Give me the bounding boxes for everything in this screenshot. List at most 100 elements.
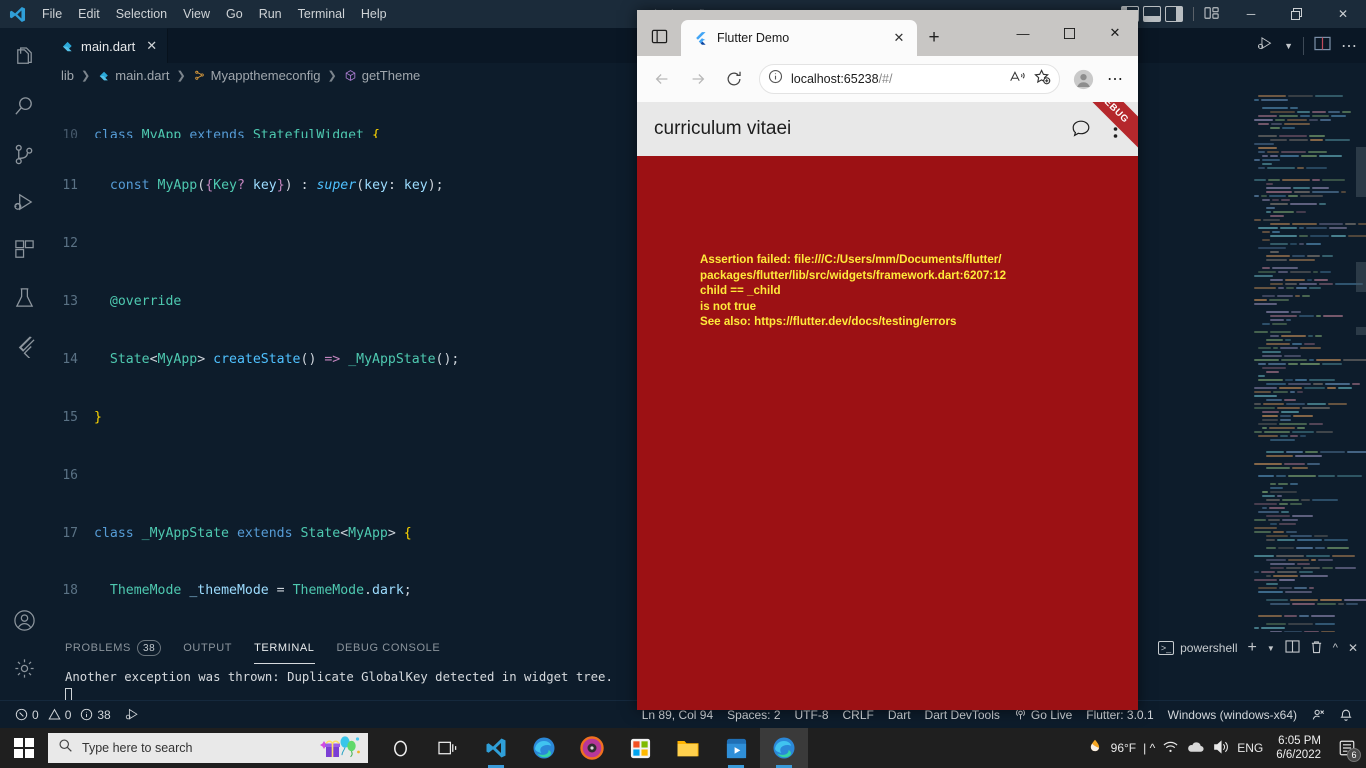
error-line: See also: https://flutter.dev/docs/testi… [700, 315, 957, 328]
clock[interactable]: 6:05 PM 6/6/2022 [1270, 734, 1327, 762]
search-box[interactable]: Type here to search [48, 733, 368, 763]
taskbar-microsoft-store-icon[interactable] [616, 728, 664, 768]
browser-tab[interactable]: Flutter Demo ✕ [681, 20, 917, 56]
status-notifications-icon[interactable] [1332, 701, 1360, 729]
browser-tab-close-icon[interactable]: ✕ [889, 28, 909, 48]
notification-center-icon[interactable]: 6 [1334, 733, 1361, 763]
divider [1193, 7, 1194, 21]
taskbar-edge-active-icon[interactable] [760, 728, 808, 768]
maximize-panel-icon[interactable]: ^ [1333, 642, 1338, 654]
breadcrumb-item-file[interactable]: main.dart [97, 68, 169, 83]
browser-minimize-button[interactable]: — [1000, 17, 1046, 49]
menu-help[interactable]: Help [353, 5, 395, 23]
code-line: 17 class _MyAppState extends State<MyApp>… [62, 525, 412, 541]
network-wifi-icon[interactable] [1162, 739, 1179, 757]
editor-tab-close-icon[interactable]: ✕ [146, 38, 157, 54]
panel-tab-debug-console[interactable]: DEBUG CONSOLE [337, 632, 441, 664]
menu-edit[interactable]: Edit [70, 5, 108, 23]
app-bar: curriculum vitaei DEBUG [637, 102, 1138, 156]
window-minimize-button[interactable]: ─ [1228, 0, 1274, 28]
run-debug-icon[interactable] [0, 178, 48, 226]
profile-avatar[interactable] [1068, 64, 1098, 94]
task-view-icon[interactable] [424, 728, 472, 768]
back-button[interactable] [645, 62, 679, 96]
breadcrumb-item-lib[interactable]: lib [61, 68, 74, 83]
window-restore-button[interactable] [1274, 0, 1320, 28]
menu-go[interactable]: Go [218, 5, 251, 23]
account-icon[interactable] [0, 596, 48, 644]
toggle-secondary-sidebar-icon[interactable] [1165, 6, 1183, 22]
dart-file-icon [99, 71, 109, 80]
breadcrumb-class-label: Myappthemeconfig [210, 67, 321, 83]
run-options-chevron-icon[interactable]: ▼ [1284, 41, 1293, 51]
menu-terminal[interactable]: Terminal [290, 5, 353, 23]
status-problems[interactable]: 0 0 38 [8, 701, 118, 729]
browser-close-button[interactable]: ✕ [1092, 17, 1138, 49]
code-line: 15} [62, 409, 102, 425]
flutter-icon[interactable] [0, 322, 48, 370]
toggle-panel-icon[interactable] [1143, 6, 1161, 22]
taskbar-icons [376, 728, 808, 768]
menu-selection[interactable]: Selection [108, 5, 175, 23]
language-indicator[interactable]: ENG [1237, 741, 1263, 755]
reload-button[interactable] [717, 62, 751, 96]
panel-tab-problems[interactable]: PROBLEMS 38 [65, 632, 162, 664]
menu-view[interactable]: View [175, 5, 218, 23]
tab-actions-icon[interactable] [637, 16, 681, 56]
show-hidden-icons-chevron[interactable]: | ^ [1143, 741, 1155, 755]
taskbar-vscode-icon[interactable] [472, 728, 520, 768]
forward-button[interactable] [681, 62, 715, 96]
more-actions-icon[interactable]: ⋯ [1341, 36, 1358, 56]
cortana-icon[interactable] [376, 728, 424, 768]
testing-icon[interactable] [0, 274, 48, 322]
status-feedback-icon[interactable] [1304, 701, 1332, 729]
menu-run[interactable]: Run [251, 5, 290, 23]
extensions-icon[interactable] [0, 226, 48, 274]
kill-terminal-icon[interactable] [1310, 640, 1323, 657]
status-run-debug-icon[interactable] [118, 701, 147, 729]
editor-tab-main-dart[interactable]: main.dart ✕ [48, 28, 169, 63]
volume-icon[interactable] [1212, 739, 1230, 758]
onedrive-cloud-icon[interactable] [1186, 740, 1205, 757]
split-terminal-icon[interactable] [1285, 640, 1300, 656]
panel-tab-terminal[interactable]: TERMINAL [254, 632, 315, 664]
close-panel-icon[interactable]: ✕ [1348, 641, 1358, 655]
taskbar-mediaplayer-icon[interactable] [568, 728, 616, 768]
source-control-icon[interactable] [0, 130, 48, 178]
gift-balloons-icon[interactable] [320, 735, 362, 766]
browser-maximize-button[interactable] [1046, 17, 1092, 49]
site-info-icon[interactable] [768, 69, 783, 89]
breadcrumb-item-class[interactable]: Myappthemeconfig [193, 68, 321, 83]
panel-tab-output[interactable]: OUTPUT [183, 632, 232, 664]
terminal-dropdown-chevron-icon[interactable]: ▼ [1267, 644, 1275, 653]
taskbar-edge-icon[interactable] [520, 728, 568, 768]
status-platform[interactable]: Windows (windows-x64) [1161, 701, 1304, 729]
explorer-icon[interactable] [0, 34, 48, 82]
read-aloud-icon[interactable] [1009, 69, 1026, 89]
add-favorite-icon[interactable] [1034, 68, 1051, 90]
weather-temperature[interactable]: 96°F [1111, 741, 1136, 755]
editor-minimap[interactable] [1250, 87, 1366, 632]
search-icon[interactable] [0, 82, 48, 130]
code-content[interactable]: 10 class MyApp extends StatefulWidget { 1… [48, 87, 637, 632]
breadcrumb-item-method[interactable]: getTheme [344, 68, 420, 83]
taskbar-file-explorer-icon[interactable] [664, 728, 712, 768]
window-close-button[interactable]: ✕ [1320, 0, 1366, 28]
browser-toolbar: localhost:65238/#/ ⋯ [637, 56, 1138, 102]
settings-gear-icon[interactable] [0, 644, 48, 692]
new-tab-button[interactable]: + [917, 20, 951, 56]
taskbar-movies-tv-icon[interactable] [712, 728, 760, 768]
customize-layout-icon[interactable] [1204, 6, 1220, 23]
chat-bubble-icon[interactable] [1064, 112, 1098, 146]
new-terminal-icon[interactable]: + [1248, 639, 1257, 657]
browser-settings-more-icon[interactable]: ⋯ [1100, 64, 1130, 94]
start-button[interactable] [0, 728, 48, 768]
vscode-menubar[interactable]: File Edit Selection View Go Run Terminal… [34, 5, 395, 23]
weather-icon[interactable] [1086, 738, 1104, 759]
run-and-debug-icon[interactable] [1257, 35, 1274, 57]
split-editor-icon[interactable] [1314, 36, 1331, 56]
menu-file[interactable]: File [34, 5, 70, 23]
method-symbol-icon [345, 69, 355, 81]
terminal-selector[interactable]: >_ powershell [1157, 641, 1238, 655]
address-bar[interactable]: localhost:65238/#/ [759, 64, 1060, 94]
